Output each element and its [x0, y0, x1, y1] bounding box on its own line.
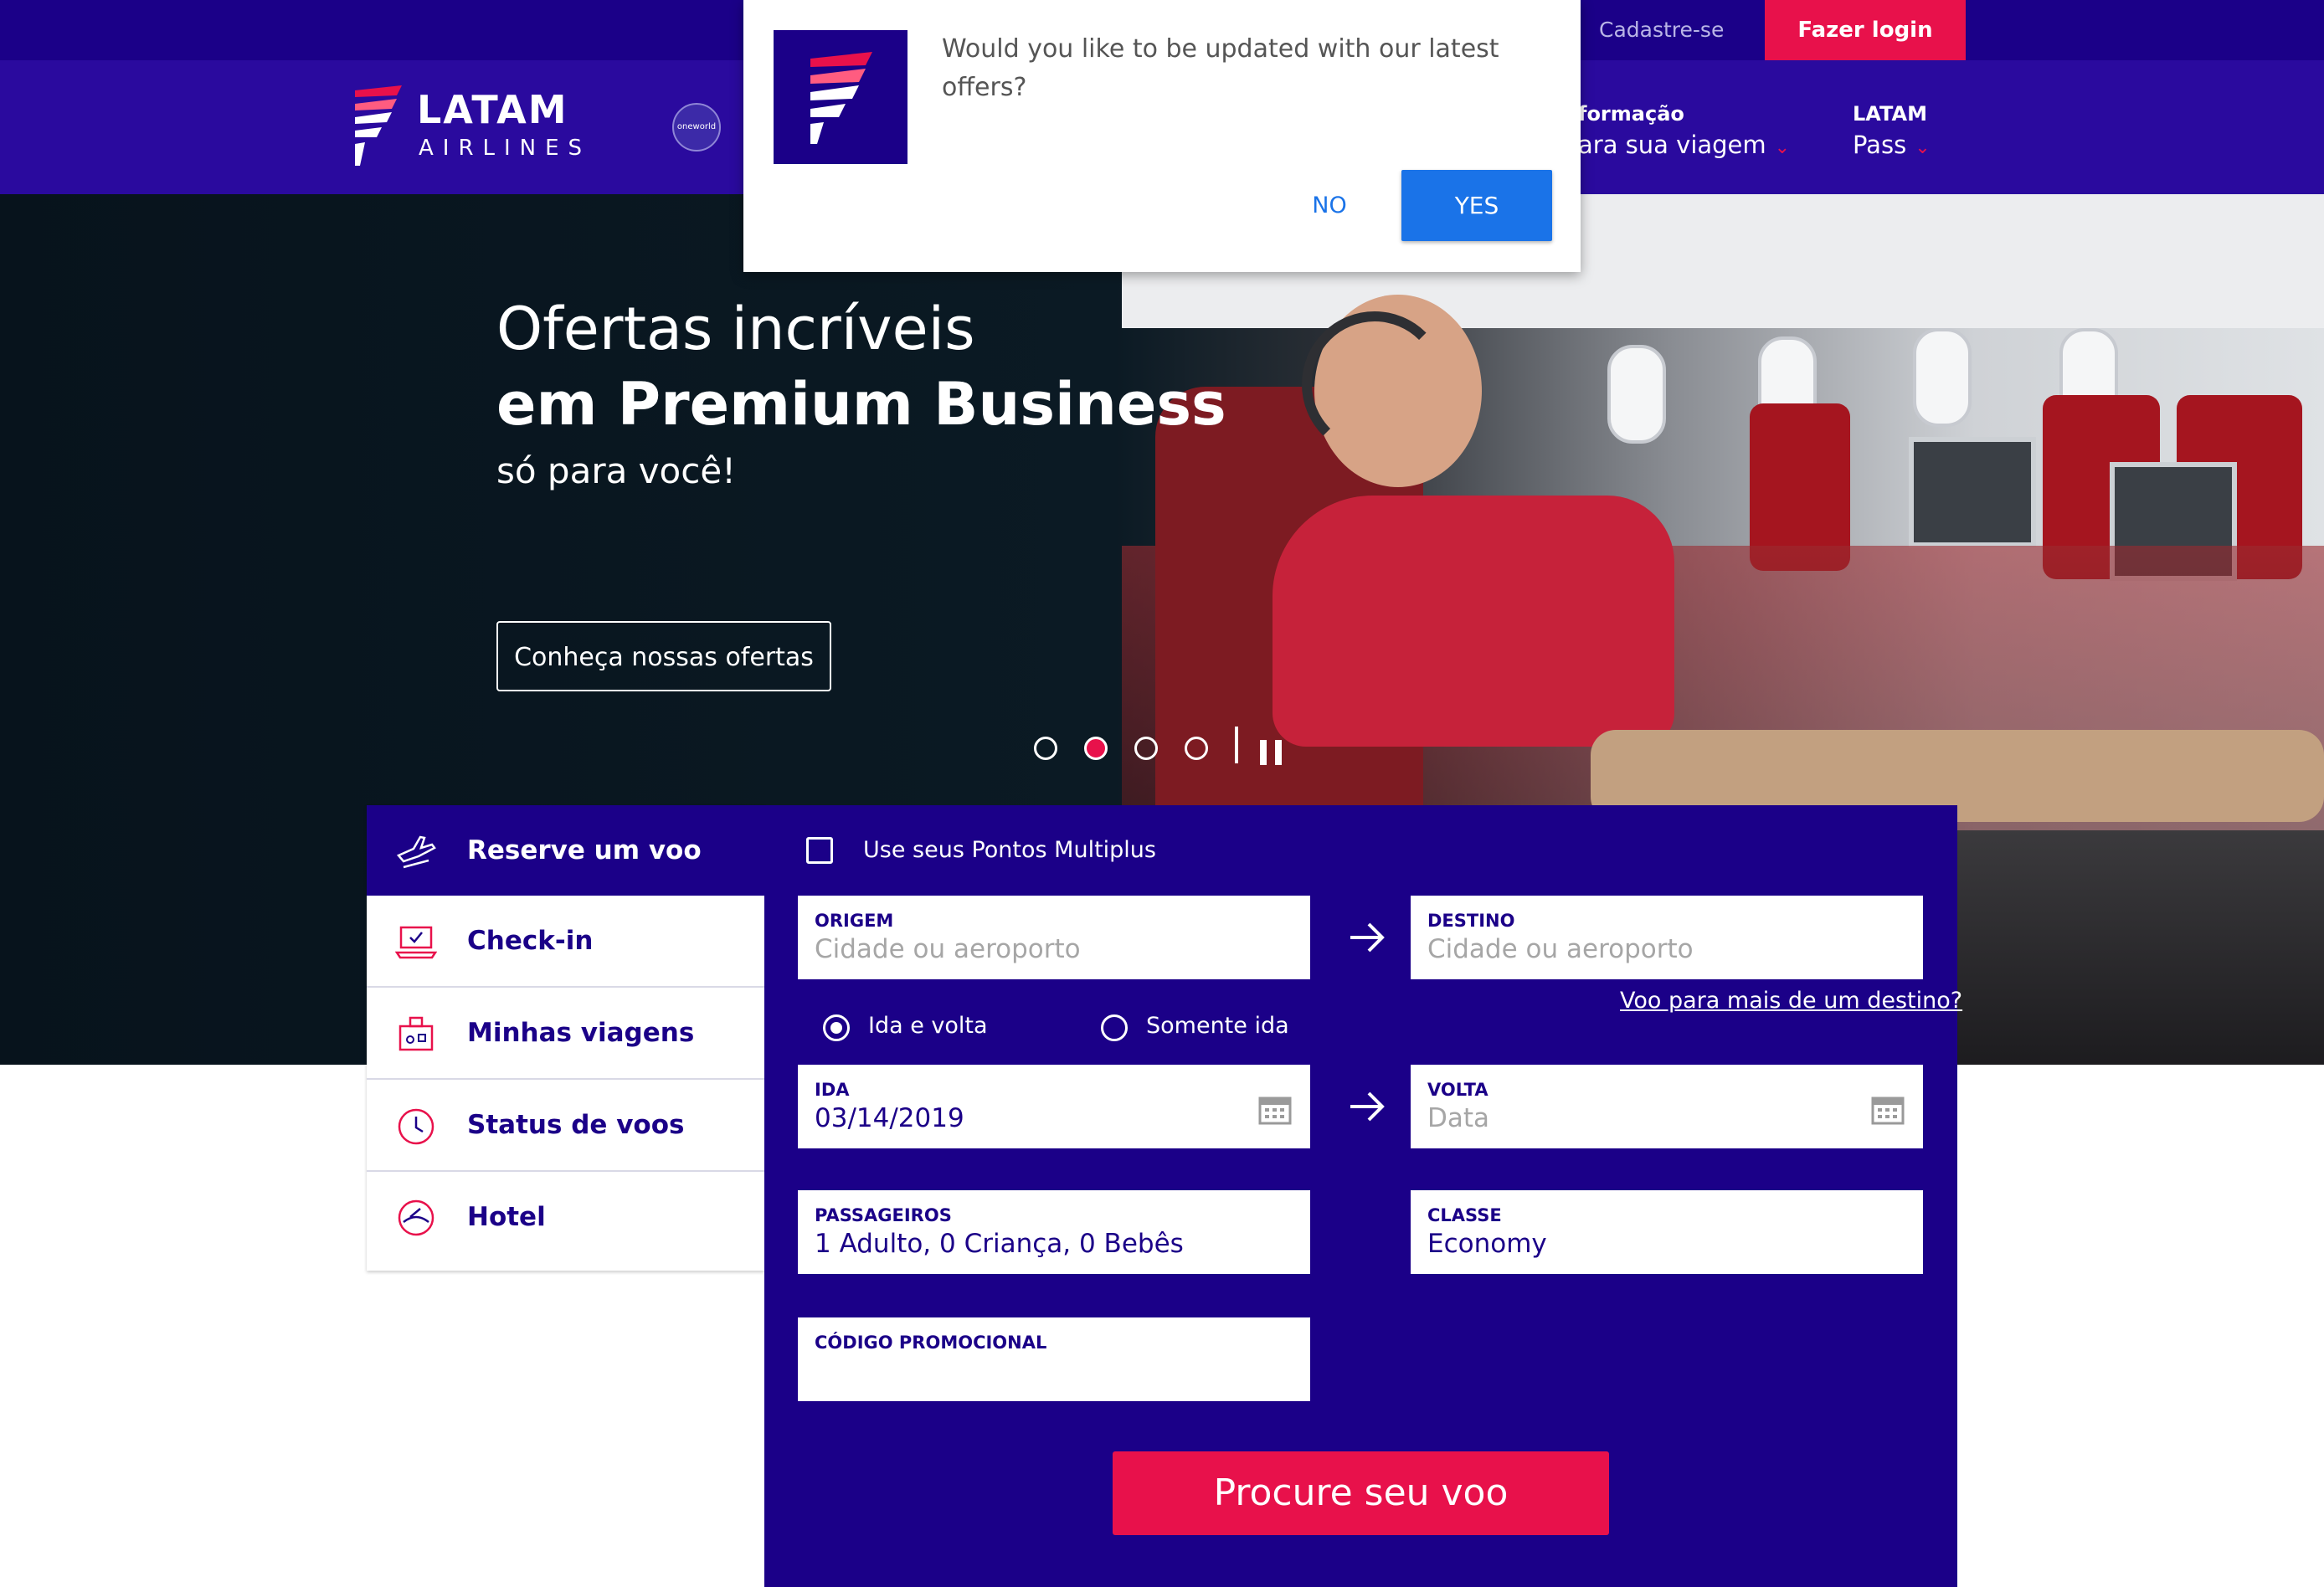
- calendar-icon[interactable]: [1871, 1093, 1905, 1125]
- passengers-label: PASSAGEIROS: [815, 1205, 952, 1225]
- radio-label: Somente ida: [1146, 1013, 1289, 1039]
- nav-item-line1: formação: [1578, 102, 1684, 126]
- promo-code-field[interactable]: CÓDIGO PROMOCIONAL: [798, 1317, 1310, 1401]
- sidebar-item-hotel[interactable]: Hotel: [367, 1172, 764, 1264]
- carousel-dot-3[interactable]: [1134, 737, 1158, 760]
- chevron-down-icon: ⌄: [1915, 137, 1931, 158]
- sidebar-item-reserve[interactable]: Reserve um voo: [367, 805, 764, 896]
- sidebar-item-label: Status de voos: [467, 1110, 685, 1140]
- hero-line1: Ofertas incríveis: [496, 295, 975, 363]
- return-date-input[interactable]: Data: [1427, 1103, 1906, 1133]
- radio-round-trip-ring[interactable]: [823, 1014, 850, 1041]
- origin-input[interactable]: Cidade ou aeroporto: [815, 934, 1293, 964]
- popup-yes-button[interactable]: YES: [1401, 170, 1552, 241]
- logo-brand-text: LATAM: [417, 87, 568, 132]
- logo-sub-text: AIRLINES: [419, 136, 592, 161]
- depart-label: IDA: [815, 1080, 850, 1100]
- return-label: VOLTA: [1427, 1080, 1488, 1100]
- sidebar-item-label: Minhas viagens: [467, 1018, 695, 1048]
- nav-item-line1: LATAM: [1853, 102, 1927, 126]
- multi-destination-link[interactable]: Voo para mais de um destino?: [1620, 988, 1962, 1014]
- hero-line2: em Premium Business: [496, 370, 1226, 439]
- cabin-class-label: CLASSE: [1427, 1205, 1502, 1225]
- booking-sidebar: Reserve um voo Check-in Minhas viagens S…: [367, 805, 764, 1271]
- hero-line3: só para você!: [496, 450, 737, 491]
- login-button[interactable]: Fazer login: [1765, 0, 1966, 60]
- sidebar-item-my-trips[interactable]: Minhas viagens: [367, 988, 764, 1080]
- pause-icon[interactable]: [1260, 740, 1283, 765]
- register-link[interactable]: Cadastre-se: [1599, 0, 1724, 60]
- passengers-value[interactable]: 1 Adulto, 0 Criança, 0 Bebês: [815, 1229, 1293, 1259]
- origin-label: ORIGEM: [815, 911, 894, 931]
- points-checkbox[interactable]: [806, 837, 833, 864]
- promo-code-label: CÓDIGO PROMOCIONAL: [815, 1333, 1047, 1353]
- depart-date-input[interactable]: 03/14/2019: [815, 1103, 1293, 1133]
- offers-notification-popup: Would you like to be updated with our la…: [743, 0, 1581, 272]
- nav-item-line2: ara sua viagem: [1578, 131, 1766, 159]
- luggage-icon: [398, 1016, 434, 1051]
- cabin-class-value[interactable]: Economy: [1427, 1229, 1906, 1259]
- return-date-field[interactable]: VOLTA Data: [1411, 1065, 1923, 1148]
- booking-form: Use seus Pontos Multiplus ORIGEM Cidade …: [764, 805, 1962, 1587]
- clock-icon: [398, 1108, 434, 1145]
- carousel-dot-2[interactable]: [1084, 737, 1108, 760]
- search-flights-button[interactable]: Procure seu voo: [1113, 1451, 1609, 1535]
- hero-offers-button[interactable]: Conheça nossas ofertas: [496, 621, 831, 691]
- popup-no-button[interactable]: NO: [1279, 170, 1380, 241]
- sidebar-item-label: Hotel: [467, 1202, 546, 1232]
- sidebar-item-label: Reserve um voo: [467, 835, 702, 865]
- radio-label: Ida e volta: [868, 1013, 988, 1039]
- passengers-field[interactable]: PASSAGEIROS 1 Adulto, 0 Criança, 0 Bebês: [798, 1190, 1310, 1274]
- hero-headline: Ofertas incríveis em Premium Business só…: [496, 295, 1226, 491]
- destination-field[interactable]: DESTINO Cidade ou aeroporto: [1411, 896, 1923, 979]
- origin-field[interactable]: ORIGEM Cidade ou aeroporto: [798, 896, 1310, 979]
- radio-one-way-ring[interactable]: [1101, 1014, 1128, 1041]
- cabin-class-field[interactable]: CLASSE Economy: [1411, 1190, 1923, 1274]
- laptop-check-icon: [395, 926, 437, 959]
- arrow-right-icon: [1350, 1091, 1385, 1122]
- latam-logo[interactable]: LATAM AIRLINES: [352, 84, 611, 167]
- plane-icon: [396, 835, 436, 869]
- latam-logo-mark-icon: [355, 85, 402, 166]
- nav-item-latam-pass[interactable]: LATAM Pass ⌄: [1853, 102, 1931, 159]
- destination-input[interactable]: Cidade ou aeroporto: [1427, 934, 1906, 964]
- sidebar-item-label: Check-in: [467, 926, 594, 956]
- carousel-dot-1[interactable]: [1034, 737, 1057, 760]
- oneworld-badge[interactable]: oneworld: [672, 103, 721, 152]
- depart-date-field[interactable]: IDA 03/14/2019: [798, 1065, 1310, 1148]
- sidebar-item-checkin[interactable]: Check-in: [367, 896, 764, 988]
- chevron-down-icon: ⌄: [1774, 137, 1791, 158]
- points-label: Use seus Pontos Multiplus: [863, 837, 1156, 863]
- nav-item-travel-info[interactable]: formação ara sua viagem ⌄: [1578, 102, 1790, 159]
- nav-item-line2: Pass: [1853, 131, 1907, 159]
- sidebar-item-flight-status[interactable]: Status de voos: [367, 1080, 764, 1172]
- popup-message: Would you like to be updated with our la…: [942, 34, 1499, 102]
- destination-label: DESTINO: [1427, 911, 1515, 931]
- hotel-icon: [398, 1199, 434, 1236]
- arrow-right-icon: [1350, 922, 1385, 953]
- carousel-dot-4[interactable]: [1185, 737, 1208, 760]
- calendar-icon[interactable]: [1258, 1093, 1292, 1125]
- latam-logo-mark-icon: [774, 30, 907, 164]
- carousel-separator: [1235, 727, 1238, 763]
